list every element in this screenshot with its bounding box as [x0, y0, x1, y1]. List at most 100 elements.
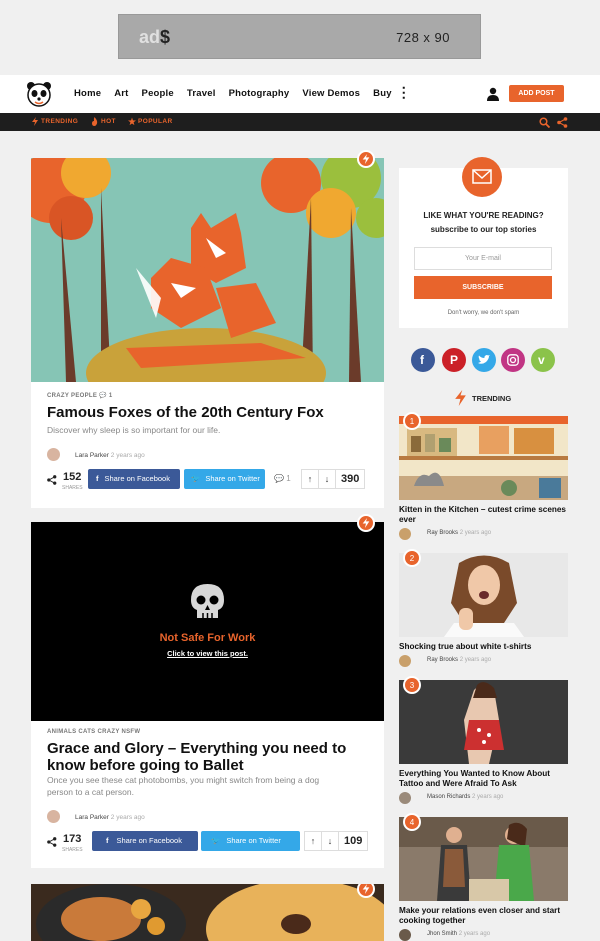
ad-logo: ad$ — [139, 27, 171, 47]
share-icon — [47, 475, 57, 485]
comment-count[interactable]: 💬 1 — [274, 474, 291, 483]
main-header: Home Art People Travel Photography View … — [0, 75, 600, 113]
trending-image-kitchen[interactable] — [399, 416, 568, 500]
upvote-arrow-icon[interactable]: ↑ — [302, 470, 319, 488]
ad-size-label: 728 x 90 — [396, 30, 450, 45]
no-spam-note: Don't worry, we don't spam — [447, 310, 520, 316]
facebook-icon[interactable]: f — [411, 348, 435, 372]
trending-badge — [357, 150, 375, 168]
comment-icon: 💬 — [274, 474, 284, 483]
vote-score: 109 — [344, 835, 363, 847]
email-field[interactable]: Your E-mail — [414, 247, 552, 270]
trending-author[interactable]: Ray Brooks 2 years ago — [427, 530, 491, 536]
post-categories[interactable]: ANIMALS CATS CRAZY NSFW — [47, 729, 140, 735]
post-author[interactable]: Lara Parker 2 years ago — [75, 814, 145, 821]
trending-heading: TRENDING — [472, 394, 512, 403]
author-avatar[interactable] — [399, 792, 411, 804]
subnav-hot[interactable]: HOT — [101, 118, 116, 125]
author-avatar[interactable] — [399, 528, 411, 540]
newsletter-widget: LIKE WHAT YOU'RE READING? subscribe to o… — [399, 157, 568, 328]
pinterest-icon[interactable]: P — [442, 348, 466, 372]
comment-icon: 💬 — [99, 393, 107, 399]
downvote-arrow-icon[interactable]: ↓ — [322, 832, 339, 850]
post-image-food[interactable] — [31, 884, 384, 941]
trending-rank: 2 — [403, 549, 421, 567]
trending-image-tattoo[interactable] — [399, 680, 568, 764]
lightning-icon — [362, 154, 370, 164]
trending-title[interactable]: Everything You Wanted to Know About Tatt… — [399, 769, 569, 789]
trending-title[interactable]: Shocking true about white t-shirts — [399, 642, 569, 652]
nav-photography[interactable]: Photography — [229, 88, 290, 99]
post-card: Not Safe For Work Click to view this pos… — [31, 514, 384, 868]
twitter-icon[interactable] — [472, 348, 496, 372]
share-facebook-button[interactable]: f Share on Facebook — [88, 469, 180, 489]
lightning-icon — [362, 884, 370, 894]
post-title[interactable]: Famous Foxes of the 20th Century Fox — [47, 404, 377, 421]
vote-score: 390 — [341, 473, 360, 485]
main-nav: Home Art People Travel Photography View … — [74, 85, 424, 99]
author-avatar[interactable] — [399, 655, 411, 667]
post-description: Once you see these cat photobombs, you m… — [47, 775, 320, 797]
share-icon — [47, 837, 57, 847]
upvote-arrow-icon[interactable]: ↑ — [305, 832, 322, 850]
post-card — [31, 884, 384, 941]
more-dots-icon[interactable]: ⋮ — [397, 85, 411, 99]
nsfw-view-link[interactable]: Click to view this post. — [31, 649, 384, 658]
skull-icon — [191, 584, 224, 618]
post-title[interactable]: Grace and Glory – Everything you need to… — [47, 740, 377, 774]
nav-home[interactable]: Home — [74, 88, 101, 99]
trending-badge — [357, 514, 375, 532]
trending-rank: 1 — [403, 412, 421, 430]
nav-view-demos[interactable]: View Demos — [302, 88, 360, 99]
envelope-icon — [462, 157, 502, 197]
trending-title[interactable]: Kitten in the Kitchen – cutest crime sce… — [399, 505, 569, 525]
trending-image-cooking[interactable] — [399, 817, 568, 901]
ad-banner[interactable]: ad$ 728 x 90 — [118, 14, 481, 59]
facebook-icon: f — [106, 836, 109, 845]
share-count: 173 — [63, 833, 82, 845]
trending-rank: 3 — [403, 676, 421, 694]
instagram-icon[interactable] — [501, 348, 525, 372]
vote-box: ↑ ↓ 390 — [301, 469, 366, 489]
trending-title[interactable]: Make your relations even closer and star… — [399, 906, 569, 926]
search-icon[interactable] — [539, 117, 550, 128]
lightning-icon — [32, 117, 38, 126]
nav-buy[interactable]: Buy — [373, 88, 392, 99]
newsletter-heading: LIKE WHAT YOU'RE READING? — [423, 211, 544, 220]
twitter-icon: 🐦 — [211, 836, 221, 845]
trending-rank: 4 — [403, 813, 421, 831]
subscribe-button[interactable]: SUBSCRIBE — [414, 276, 552, 299]
share-icon[interactable] — [557, 117, 568, 128]
share-twitter-button[interactable]: 🐦 Share on Twitter — [201, 831, 300, 851]
star-icon — [128, 117, 136, 126]
nav-travel[interactable]: Travel — [187, 88, 216, 99]
nav-people[interactable]: People — [142, 88, 174, 99]
share-count: 152 — [63, 471, 82, 483]
post-categories[interactable]: CRAZY PEOPLE 💬 1 — [47, 392, 113, 399]
post-description: Discover why sleep is so important for o… — [47, 425, 221, 435]
trending-author[interactable]: Jhon Smith 2 years ago — [427, 931, 490, 937]
author-avatar[interactable] — [47, 810, 60, 823]
post-card: CRAZY PEOPLE 💬 1 Famous Foxes of the 20t… — [31, 150, 384, 508]
trending-author[interactable]: Mason Richards 2 years ago — [427, 794, 503, 800]
author-avatar[interactable] — [399, 929, 411, 941]
subnav-trending[interactable]: TRENDING — [41, 118, 78, 125]
lightning-icon — [362, 518, 370, 528]
subnav-popular[interactable]: POPULAR — [138, 118, 173, 125]
add-post-button[interactable]: ADD POST — [509, 85, 564, 102]
fire-icon — [92, 117, 98, 126]
trending-image-woman[interactable] — [399, 553, 568, 637]
trending-author[interactable]: Ray Brooks 2 years ago — [427, 657, 491, 663]
downvote-arrow-icon[interactable]: ↓ — [319, 470, 336, 488]
author-avatar[interactable] — [47, 448, 60, 461]
user-icon[interactable] — [486, 87, 500, 101]
nsfw-overlay[interactable]: Not Safe For Work Click to view this pos… — [31, 522, 384, 721]
share-facebook-button[interactable]: f Share on Facebook — [92, 831, 198, 851]
share-twitter-button[interactable]: 🐦 Share on Twitter — [184, 469, 265, 489]
post-image-foxes[interactable] — [31, 158, 384, 382]
panda-logo-icon[interactable] — [26, 81, 52, 107]
newsletter-subheading: subscribe to our top stories — [430, 225, 537, 234]
post-author[interactable]: Lara Parker 2 years ago — [75, 452, 145, 459]
nav-art[interactable]: Art — [114, 88, 128, 99]
vimeo-icon[interactable]: v — [531, 348, 555, 372]
